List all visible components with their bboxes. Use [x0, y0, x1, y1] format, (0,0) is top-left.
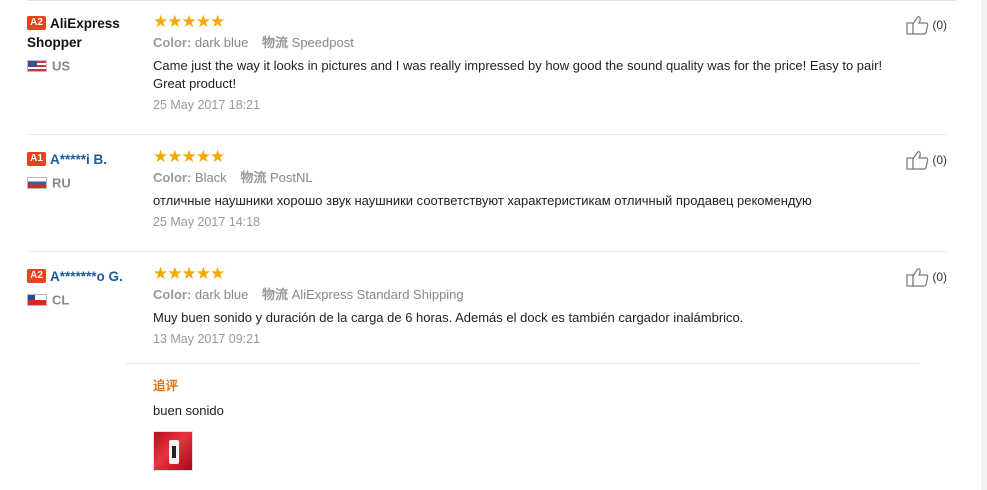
us-flag-icon [27, 59, 47, 72]
reviewer-info: A2 AliExpress Shopper US [27, 14, 152, 73]
country-code: US [52, 58, 71, 74]
reviewer-name[interactable]: A*****i B. [50, 152, 107, 167]
additional-review-text: buen sonido [153, 403, 224, 418]
cl-flag-icon [27, 293, 47, 306]
country-code: RU [52, 175, 71, 191]
review-content: ★★★★★ Color: dark blue 物流 Speedpost Came… [153, 13, 913, 113]
shipping-value: PostNL [269, 170, 313, 185]
country-code: CL [52, 292, 70, 308]
level-badge: A2 [27, 16, 46, 30]
review-photo-thumbnail[interactable] [153, 431, 193, 471]
color-value: dark blue [194, 35, 249, 50]
shipping-value: Speedpost [291, 35, 354, 50]
review-text: Muy buen sonido y duración de la carga d… [153, 310, 744, 325]
helpful-button[interactable]: (0) [906, 15, 947, 35]
star-rating: ★★★★★ [153, 12, 225, 31]
color-label: Color: [153, 287, 192, 302]
review-text: отличные наушники хорошо звук наушники с… [153, 193, 812, 208]
review-date: 13 May 2017 09:21 [153, 332, 261, 346]
reviewer-info: A2 A*******o G. CL [27, 267, 152, 307]
thumbs-up-icon [906, 151, 929, 170]
level-badge: A2 [27, 269, 46, 283]
reviewer-country: CL [27, 291, 152, 307]
review-meta: Color: Black 物流 PostNL [153, 170, 913, 186]
scrollbar[interactable] [981, 0, 987, 490]
review-text: Came just the way it looks in pictures a… [153, 58, 883, 91]
star-rating: ★★★★★ [153, 147, 225, 166]
helpful-button[interactable]: (0) [906, 150, 947, 170]
color-label: Color: [153, 35, 192, 50]
thumbs-up-icon [906, 16, 929, 35]
shipping-value: AliExpress Standard Shipping [291, 287, 464, 302]
review-date: 25 May 2017 14:18 [153, 215, 261, 229]
review-item: A2 AliExpress Shopper US ★★★★★ Color: dar… [27, 0, 947, 135]
reviewer-info: A1 A*****i B. RU [27, 150, 152, 190]
color-label: Color: [153, 170, 192, 185]
review-content: ★★★★★ Color: Black 物流 PostNL отличные на… [153, 148, 913, 230]
level-badge: A1 [27, 152, 46, 166]
helpful-count: (0) [932, 270, 947, 284]
star-rating: ★★★★★ [153, 264, 225, 283]
reviewer-country: US [27, 57, 152, 73]
additional-review-label: 追评 [153, 379, 179, 393]
reviewer-name[interactable]: A*******o G. [50, 269, 123, 284]
helpful-count: (0) [932, 153, 947, 167]
review-date: 25 May 2017 18:21 [153, 98, 261, 112]
shipping-label: 物流 [262, 287, 289, 302]
reviewer-country: RU [27, 174, 152, 190]
shipping-label: 物流 [240, 170, 267, 185]
color-value: dark blue [194, 287, 249, 302]
helpful-count: (0) [932, 18, 947, 32]
additional-review-divider [126, 363, 919, 364]
color-value: Black [194, 170, 227, 185]
review-content: ★★★★★ Color: dark blue 物流 AliExpress Sta… [153, 265, 913, 347]
ru-flag-icon [27, 176, 47, 189]
shipping-label: 物流 [262, 35, 289, 50]
thumbs-up-icon [906, 268, 929, 287]
helpful-button[interactable]: (0) [906, 267, 947, 287]
review-meta: Color: dark blue 物流 Speedpost [153, 35, 913, 51]
review-item: A1 A*****i B. RU ★★★★★ Color: Black 物流 Po… [27, 135, 947, 252]
review-meta: Color: dark blue 物流 AliExpress Standard … [153, 287, 913, 303]
